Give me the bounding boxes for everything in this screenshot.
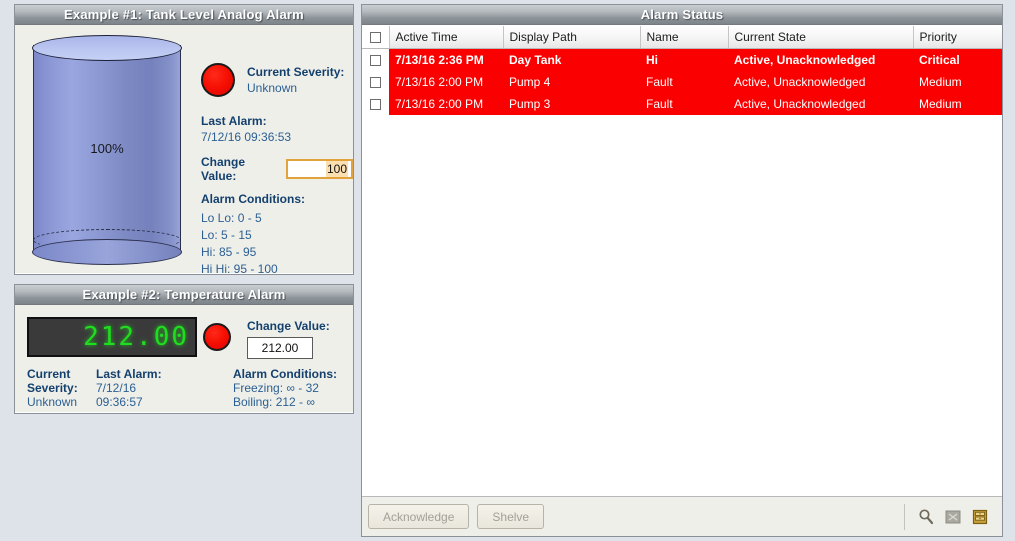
change-value-row: Change Value: 100 (201, 155, 353, 183)
column-header-name[interactable]: Name (640, 26, 728, 49)
cell-display-path: Pump 4 (503, 71, 640, 93)
cell-current-state: Active, Unacknowledged (728, 93, 913, 115)
select-all-header[interactable] (362, 26, 389, 49)
alarm-condition-lo: Lo: 5 - 15 (201, 227, 305, 244)
cell-name: Fault (640, 71, 728, 93)
alarm-conditions-block: Alarm Conditions: Freezing: ∞ - 32 Boili… (233, 367, 337, 409)
row-select-cell[interactable] (362, 93, 389, 115)
last-alarm-block: Last Alarm: 7/12/16 09:36:57 (96, 367, 162, 409)
alarm-table-container[interactable]: Active Time Display Path Name Current St… (362, 26, 1002, 496)
panel-temperature-alarm: Example #2: Temperature Alarm 212.00 Cha… (14, 284, 354, 414)
panel-1-title: Example #1: Tank Level Analog Alarm (15, 5, 353, 25)
alarm-table-body: 7/13/16 2:36 PM Day Tank Hi Active, Unac… (362, 49, 1002, 115)
alarm-toolbar: Acknowledge Shelve (362, 496, 1002, 536)
last-alarm-block: Last Alarm: 7/12/16 09:36:53 (201, 114, 291, 144)
alarm-table-header-row: Active Time Display Path Name Current St… (362, 26, 1002, 49)
last-alarm-time: 09:36:57 (96, 395, 162, 409)
row-select-cell[interactable] (362, 71, 389, 93)
row-checkbox[interactable] (370, 55, 381, 66)
current-severity-value: Unknown (27, 395, 78, 409)
current-severity-label-line2: Severity: (27, 381, 78, 395)
change-value-input[interactable]: 100 (286, 159, 353, 179)
tank-graphic: 100% (27, 33, 187, 263)
panel-2-title: Example #2: Temperature Alarm (15, 285, 353, 305)
cell-display-path: Day Tank (503, 49, 640, 71)
last-alarm-label: Last Alarm: (201, 114, 291, 128)
panel-1-body: 100% Current Severity: Unknown Last Alar… (15, 25, 353, 273)
tank-top-ellipse (32, 35, 182, 61)
alarm-table-empty-area (362, 115, 1002, 445)
change-value-input-text: 212.00 (262, 340, 299, 356)
alarm-condition-hi: Hi: 85 - 95 (201, 244, 305, 261)
alarm-condition-boiling: Boiling: 212 - ∞ (233, 395, 337, 409)
table-row[interactable]: 7/13/16 2:36 PM Day Tank Hi Active, Unac… (362, 49, 1002, 71)
alarm-conditions-label: Alarm Conditions: (201, 192, 305, 206)
cell-name: Hi (640, 49, 728, 71)
current-severity-label: Current Severity: (247, 65, 344, 79)
column-header-active-time[interactable]: Active Time (389, 26, 503, 49)
acknowledge-button[interactable]: Acknowledge (368, 504, 469, 529)
table-row[interactable]: 7/13/16 2:00 PM Pump 3 Fault Active, Una… (362, 93, 1002, 115)
temperature-led-value: 212.00 (83, 322, 189, 352)
tank-bottom-ellipse (32, 239, 182, 265)
change-value-input-text: 100 (326, 161, 348, 177)
shelve-button[interactable]: Shelve (477, 504, 544, 529)
toolbar-divider (904, 504, 905, 530)
alarm-condition-hihi: Hi Hi: 95 - 100 (201, 261, 305, 278)
column-header-display-path[interactable]: Display Path (503, 26, 640, 49)
severity-lamp-icon (201, 63, 235, 97)
shelf-manager-icon[interactable] (942, 506, 964, 528)
change-value-label: Change Value: (247, 319, 330, 333)
severity-lamp-icon (203, 323, 231, 351)
alarm-condition-lolo: Lo Lo: 0 - 5 (201, 210, 305, 227)
cell-current-state: Active, Unacknowledged (728, 71, 913, 93)
current-severity-label-line1: Current (27, 367, 78, 381)
alarm-condition-freezing: Freezing: ∞ - 32 (233, 381, 337, 395)
panel-tank-level-analog-alarm: Example #1: Tank Level Analog Alarm 100%… (14, 4, 354, 275)
cell-display-path: Pump 3 (503, 93, 640, 115)
last-alarm-value: 7/12/16 09:36:53 (201, 130, 291, 144)
search-icon[interactable] (915, 506, 937, 528)
column-header-priority[interactable]: Priority (913, 26, 1002, 49)
alarm-conditions-block: Alarm Conditions: Lo Lo: 0 - 5 Lo: 5 - 1… (201, 192, 305, 278)
panel-alarm-status: Alarm Status Active Time Display Path Na… (361, 4, 1003, 537)
cell-priority: Critical (913, 49, 1002, 71)
panel-2-body: 212.00 Change Value: 212.00 Current Seve… (15, 305, 353, 412)
tank-level-label: 100% (27, 141, 187, 156)
cell-priority: Medium (913, 71, 1002, 93)
current-severity-block: Current Severity: Unknown (247, 65, 344, 95)
change-value-input[interactable]: 212.00 (247, 337, 313, 359)
cell-active-time: 7/13/16 2:36 PM (389, 49, 503, 71)
cell-name: Fault (640, 93, 728, 115)
current-severity-value: Unknown (247, 81, 344, 95)
alarm-table: Active Time Display Path Name Current St… (362, 26, 1002, 115)
change-value-label: Change Value: (201, 155, 278, 183)
cell-active-time: 7/13/16 2:00 PM (389, 71, 503, 93)
temperature-led-display: 212.00 (27, 317, 197, 357)
change-value-block: Change Value: 212.00 (247, 319, 330, 359)
table-row[interactable]: 7/13/16 2:00 PM Pump 4 Fault Active, Una… (362, 71, 1002, 93)
alarm-status-title: Alarm Status (362, 5, 1002, 25)
column-header-current-state[interactable]: Current State (728, 26, 913, 49)
alarm-conditions-label: Alarm Conditions: (233, 367, 337, 381)
row-checkbox[interactable] (370, 77, 381, 88)
row-select-cell[interactable] (362, 49, 389, 71)
application-window: Example #1: Tank Level Analog Alarm 100%… (0, 0, 1015, 541)
alarm-journal-icon[interactable] (969, 506, 991, 528)
row-checkbox[interactable] (370, 99, 381, 110)
select-all-checkbox[interactable] (370, 32, 381, 43)
last-alarm-date: 7/12/16 (96, 381, 162, 395)
cell-priority: Medium (913, 93, 1002, 115)
current-severity-block: Current Severity: Unknown (27, 367, 78, 409)
last-alarm-label: Last Alarm: (96, 367, 162, 381)
cell-current-state: Active, Unacknowledged (728, 49, 913, 71)
cell-active-time: 7/13/16 2:00 PM (389, 93, 503, 115)
